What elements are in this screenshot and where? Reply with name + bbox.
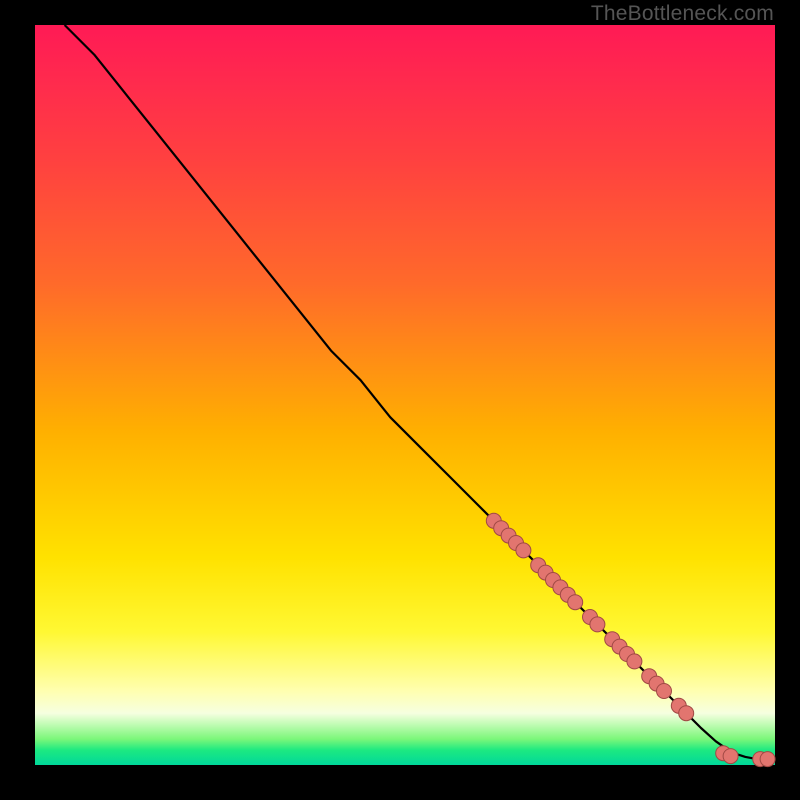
plot-area bbox=[35, 25, 775, 765]
marker-group bbox=[486, 513, 775, 766]
data-marker bbox=[568, 595, 583, 610]
curve-line bbox=[65, 25, 768, 759]
data-marker bbox=[723, 749, 738, 764]
data-marker bbox=[760, 752, 775, 767]
data-marker bbox=[516, 543, 531, 558]
data-marker bbox=[627, 654, 642, 669]
data-marker bbox=[590, 617, 605, 632]
frame: TheBottleneck.com bbox=[0, 0, 800, 800]
watermark-text: TheBottleneck.com bbox=[591, 2, 774, 26]
data-marker bbox=[679, 706, 694, 721]
data-marker bbox=[657, 684, 672, 699]
chart-overlay bbox=[35, 25, 775, 765]
